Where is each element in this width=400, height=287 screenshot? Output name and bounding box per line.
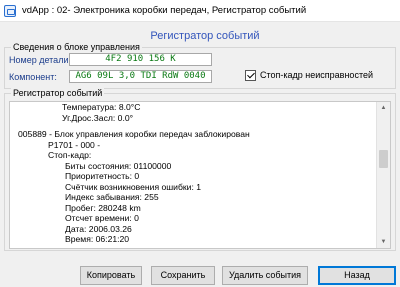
log-line: Дата: 2006.03.26 xyxy=(65,223,132,234)
component-label: Компонент: xyxy=(9,72,57,82)
ecu-info-group: Сведения о блоке управления Номер детали… xyxy=(4,42,396,89)
freeze-frame-label[interactable]: Стоп-кадр неисправностей xyxy=(260,70,373,80)
save-button[interactable]: Сохранить xyxy=(151,266,215,285)
scroll-down-arrow-icon[interactable]: ▼ xyxy=(377,236,390,248)
event-log-group: Регистратор событий Температура: 8.0°C Уг… xyxy=(4,88,396,251)
event-log-textarea[interactable]: Температура: 8.0°C Уг.Дрос.Засл: 0.0° 0058… xyxy=(9,101,391,249)
ecu-info-caption: Сведения о блоке управления xyxy=(11,42,142,52)
log-line: Уг.Дрос.Засл: 0.0° xyxy=(62,112,134,123)
log-scrollbar[interactable]: ▲ ▼ xyxy=(376,102,390,248)
log-line: Биты состояния: 01100000 xyxy=(65,160,172,171)
event-log-lines: Температура: 8.0°C Уг.Дрос.Засл: 0.0° 0058… xyxy=(18,102,373,245)
app-window-icon xyxy=(4,5,16,17)
log-line: Индекс забывания: 255 xyxy=(65,192,159,202)
scroll-thumb[interactable] xyxy=(379,150,388,168)
component-field[interactable]: AG6 09L 3,0 TDI RdW 0040 xyxy=(69,70,212,83)
log-line: Счётчик возникновения ошибки: 1 xyxy=(65,181,201,192)
part-number-field[interactable]: 4F2 910 156 K xyxy=(69,53,212,66)
dialog-body: Регистратор событий Сведения о блоке упр… xyxy=(0,22,400,287)
log-line: Температура: 8.0°C xyxy=(62,102,141,112)
part-number-label: Номер детали: xyxy=(9,55,71,65)
event-log-caption: Регистратор событий xyxy=(11,88,105,98)
log-line: Стоп-кадр: xyxy=(48,150,92,160)
copy-button[interactable]: Копировать xyxy=(80,266,142,285)
title-bar: vdApp : 02- Электроника коробки передач,… xyxy=(0,0,400,22)
window-title: vdApp : 02- Электроника коробки передач,… xyxy=(22,5,307,16)
log-line: P1701 - 000 - xyxy=(48,139,101,150)
freeze-frame-checkbox[interactable] xyxy=(245,70,256,81)
log-line: Пробег: 280248 km xyxy=(65,202,141,213)
log-line: Время: 06:21:20 xyxy=(65,234,130,244)
log-line: Отсчет времени: 0 xyxy=(65,213,139,223)
log-line: Приоритетность: 0 xyxy=(65,171,140,181)
log-line: 005889 - Блок управления коробки передач… xyxy=(18,129,250,139)
delete-events-button[interactable]: Удалить события xyxy=(222,266,308,285)
page-title: Регистратор событий xyxy=(150,30,260,42)
back-button[interactable]: Назад xyxy=(318,266,396,285)
scroll-up-arrow-icon[interactable]: ▲ xyxy=(377,102,390,114)
